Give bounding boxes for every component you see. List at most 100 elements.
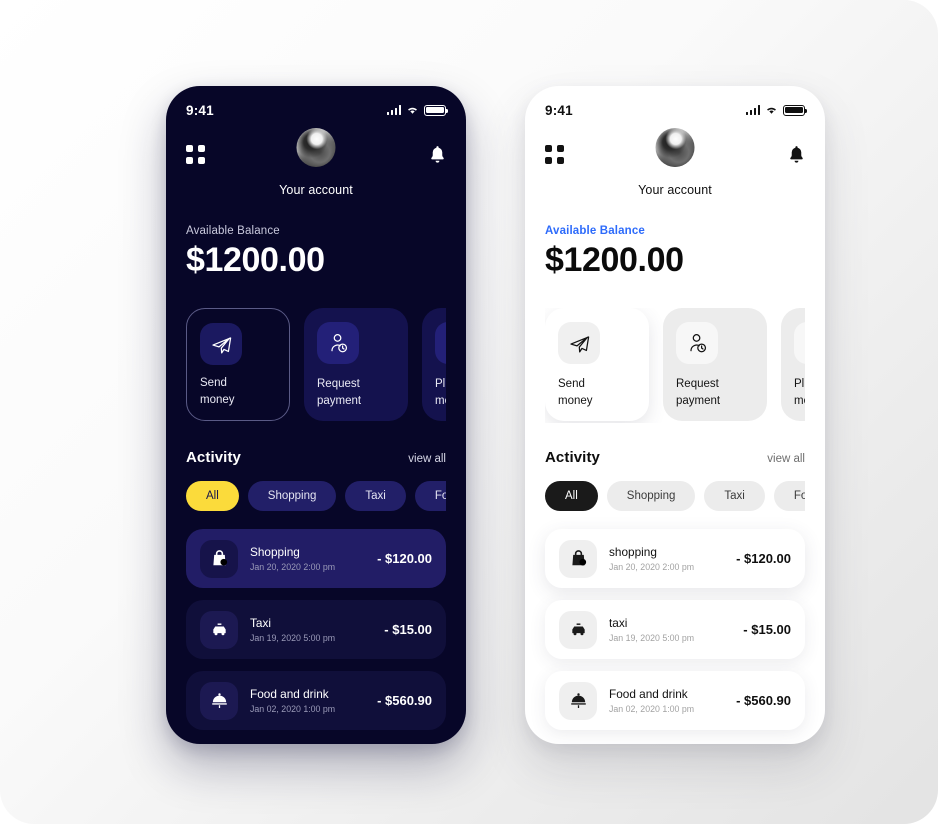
table-row[interactable]: Shopping Jan 20, 2020 2:00 pm - $120.00 bbox=[186, 529, 446, 588]
balance-block: Available Balance $1200.00 bbox=[186, 225, 446, 280]
transaction-amount: - $120.00 bbox=[377, 551, 432, 566]
balance-amount: $1200.00 bbox=[545, 241, 684, 279]
transaction-date: Jan 02, 2020 1:00 pm bbox=[609, 704, 695, 715]
top-navigation bbox=[186, 126, 446, 182]
transaction-amount: - $120.00 bbox=[736, 551, 791, 566]
balance-block: Available Balance $1200.00 bbox=[545, 225, 805, 280]
view-all-link[interactable]: view all bbox=[767, 453, 805, 465]
chip-all[interactable]: All bbox=[186, 481, 239, 511]
transaction-list: Shopping Jan 20, 2020 2:00 pm - $120.00 … bbox=[186, 529, 446, 730]
food-cloche-icon bbox=[559, 681, 597, 720]
shopping-bag-icon bbox=[559, 539, 597, 578]
account-label: Your account bbox=[279, 183, 353, 197]
action-cards-row: Send money Request payment Plus money bbox=[545, 308, 805, 421]
transaction-date: Jan 19, 2020 5:00 pm bbox=[250, 633, 336, 644]
transaction-text: Food and drink Jan 02, 2020 1:00 pm bbox=[250, 687, 369, 714]
activity-header: Activity view all bbox=[545, 449, 805, 466]
table-row[interactable]: taxi Jan 19, 2020 5:00 pm - $15.00 bbox=[545, 600, 805, 659]
transaction-list: shopping Jan 20, 2020 2:00 pm - $120.00 … bbox=[545, 529, 805, 730]
action-label: Plus money bbox=[435, 378, 446, 407]
action-card-send-money[interactable]: Send money bbox=[186, 308, 290, 421]
transaction-title: Food and drink bbox=[250, 686, 329, 701]
chip-food[interactable]: Food bbox=[773, 481, 805, 511]
page-root: 9:41 Your account Available Balance $120… bbox=[0, 0, 938, 824]
status-bar: 9:41 bbox=[545, 86, 808, 126]
transaction-date: Jan 19, 2020 5:00 pm bbox=[609, 633, 695, 644]
transaction-text: Food and drink Jan 02, 2020 1:00 pm bbox=[609, 687, 728, 714]
action-card-send-money[interactable]: Send money bbox=[545, 308, 649, 421]
notification-bell-icon[interactable] bbox=[429, 145, 446, 164]
screen-dark: 9:41 Your account Available Balance $120… bbox=[166, 86, 466, 744]
chip-taxi[interactable]: Taxi bbox=[704, 481, 765, 511]
transaction-text: Shopping Jan 20, 2020 2:00 pm bbox=[250, 545, 369, 572]
transaction-date: Jan 20, 2020 2:00 pm bbox=[609, 562, 695, 573]
transaction-amount: - $560.90 bbox=[377, 693, 432, 708]
person-clock-icon bbox=[317, 322, 359, 364]
table-row[interactable]: Taxi Jan 19, 2020 5:00 pm - $15.00 bbox=[186, 600, 446, 659]
action-card-request-payment[interactable]: Request payment bbox=[304, 308, 408, 421]
avatar[interactable] bbox=[296, 128, 336, 167]
table-row[interactable]: shopping Jan 20, 2020 2:00 pm - $120.00 bbox=[545, 529, 805, 588]
status-time: 9:41 bbox=[186, 102, 214, 118]
table-row[interactable]: Food and drink Jan 02, 2020 1:00 pm - $5… bbox=[186, 671, 446, 730]
grid-menu-icon[interactable] bbox=[186, 144, 205, 164]
person-clock-icon bbox=[676, 322, 718, 364]
chip-all[interactable]: All bbox=[545, 481, 598, 511]
filter-chips-scroller[interactable]: All Shopping Taxi Food bbox=[186, 481, 446, 513]
transaction-text: taxi Jan 19, 2020 5:00 pm bbox=[609, 616, 735, 643]
taxi-car-icon bbox=[200, 610, 238, 649]
action-label: Send money bbox=[200, 377, 235, 406]
balance-label: Available Balance bbox=[545, 225, 645, 237]
shopping-bag-icon bbox=[200, 539, 238, 578]
action-card-request-payment[interactable]: Request payment bbox=[663, 308, 767, 421]
screen-light: 9:41 Your account Available Balance $120… bbox=[525, 86, 825, 744]
activity-title: Activity bbox=[545, 449, 600, 466]
cellular-signal-icon bbox=[386, 105, 401, 115]
transaction-date: Jan 02, 2020 1:00 pm bbox=[250, 704, 336, 715]
status-time: 9:41 bbox=[545, 102, 573, 118]
chip-taxi[interactable]: Taxi bbox=[345, 481, 406, 511]
phone-mockup-dark: 9:41 Your account Available Balance $120… bbox=[166, 86, 466, 744]
action-cards-scroller[interactable]: Send money Request payment Plus money bbox=[186, 308, 446, 423]
transaction-title: Food and drink bbox=[609, 686, 688, 701]
taxi-car-icon bbox=[559, 610, 597, 649]
action-cards-scroller[interactable]: Send money Request payment Plus money bbox=[545, 308, 805, 423]
balance-amount: $1200.00 bbox=[186, 241, 325, 279]
grid-menu-icon[interactable] bbox=[545, 144, 564, 164]
transaction-amount: - $15.00 bbox=[384, 622, 432, 637]
paper-plane-icon bbox=[200, 323, 242, 365]
transaction-title: Shopping bbox=[250, 544, 300, 559]
transaction-text: shopping Jan 20, 2020 2:00 pm bbox=[609, 545, 728, 572]
transaction-text: Taxi Jan 19, 2020 5:00 pm bbox=[250, 616, 376, 643]
filter-chips-scroller[interactable]: All Shopping Taxi Food bbox=[545, 481, 805, 513]
avatar-image bbox=[296, 128, 336, 167]
status-icons bbox=[745, 104, 808, 116]
action-label: Plus money bbox=[794, 378, 805, 407]
transaction-title: Taxi bbox=[250, 615, 271, 630]
avatar-image bbox=[655, 128, 695, 167]
cellular-signal-icon bbox=[745, 105, 760, 115]
status-bar: 9:41 bbox=[186, 86, 449, 126]
top-navigation bbox=[545, 126, 805, 182]
paper-plane-icon bbox=[558, 322, 600, 364]
avatar[interactable] bbox=[655, 128, 695, 167]
filter-chips-row: All Shopping Taxi Food bbox=[545, 481, 805, 511]
status-icons bbox=[386, 104, 449, 116]
action-label: Send money bbox=[558, 378, 593, 407]
chip-shopping[interactable]: Shopping bbox=[606, 481, 696, 511]
money-circle-icon bbox=[794, 322, 805, 364]
chip-food[interactable]: Food bbox=[414, 481, 446, 511]
account-label: Your account bbox=[638, 183, 712, 197]
chip-shopping[interactable]: Shopping bbox=[247, 481, 337, 511]
notification-bell-icon[interactable] bbox=[788, 145, 805, 164]
activity-title: Activity bbox=[186, 449, 241, 466]
view-all-link[interactable]: view all bbox=[408, 453, 446, 465]
action-card-plus-money[interactable]: Plus money bbox=[422, 308, 446, 421]
action-label: Request payment bbox=[317, 378, 362, 407]
table-row[interactable]: Food and drink Jan 02, 2020 1:00 pm - $5… bbox=[545, 671, 805, 730]
food-cloche-icon bbox=[200, 681, 238, 720]
money-circle-icon bbox=[435, 322, 446, 364]
action-card-plus-money[interactable]: Plus money bbox=[781, 308, 805, 421]
filter-chips-row: All Shopping Taxi Food bbox=[186, 481, 446, 511]
battery-icon bbox=[424, 104, 449, 116]
